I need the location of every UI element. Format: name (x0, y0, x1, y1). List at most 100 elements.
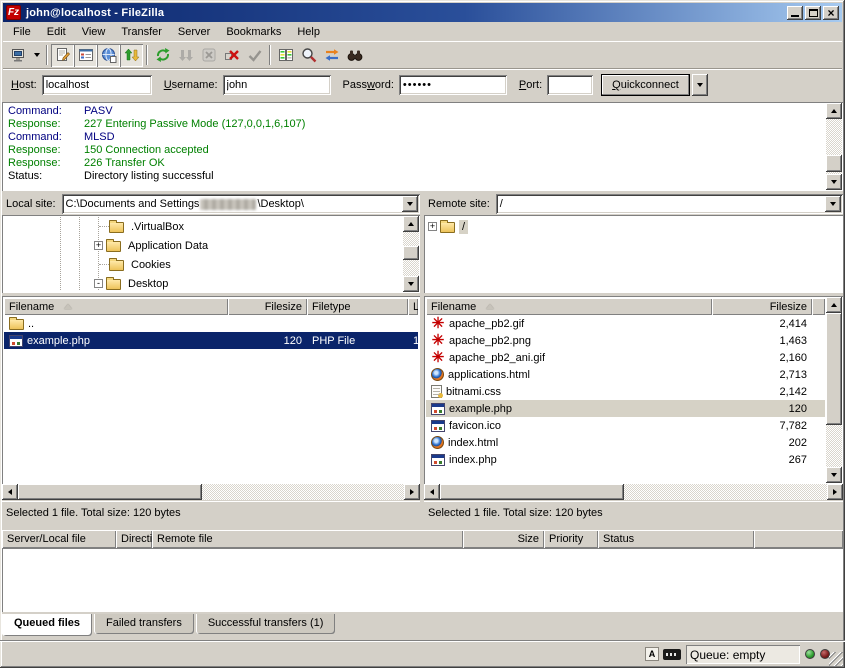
tree-item-cookies[interactable]: Cookies (4, 255, 402, 274)
tree-expand-toggle[interactable]: + (428, 222, 437, 231)
remote-site-combobox[interactable]: / (496, 194, 843, 214)
minimize-button[interactable] (787, 6, 803, 20)
tree-item-virtualbox[interactable]: .VirtualBox (4, 217, 402, 236)
scroll-right-button[interactable] (827, 484, 843, 500)
list-item[interactable]: favicon.ico 7,782 (426, 417, 825, 434)
tree-expand-toggle[interactable]: + (94, 241, 103, 250)
toggle-local-tree-button[interactable] (74, 44, 97, 67)
site-manager-button[interactable] (7, 44, 30, 67)
tree-item-label[interactable]: Desktop (125, 277, 171, 291)
scroll-thumb[interactable] (826, 155, 842, 172)
menu-bookmarks[interactable]: Bookmarks (218, 24, 289, 40)
scroll-left-button[interactable] (2, 484, 18, 500)
menu-server[interactable]: Server (170, 24, 218, 40)
php-file-icon (9, 335, 23, 347)
scroll-down-button[interactable] (826, 174, 842, 190)
list-item[interactable]: ✳apache_pb2.gif 2,414 (426, 315, 825, 332)
scroll-down-button[interactable] (826, 467, 842, 483)
menu-help[interactable]: Help (289, 24, 328, 40)
column-header-server-local-file[interactable]: Server/Local file (2, 530, 116, 548)
scroll-up-button[interactable] (826, 103, 842, 119)
tree-collapse-toggle[interactable]: - (94, 279, 103, 288)
list-item[interactable]: index.html 202 (426, 434, 825, 451)
list-item[interactable]: applications.html 2,713 (426, 366, 825, 383)
tree-item-desktop[interactable]: - Desktop (4, 274, 402, 291)
remote-horizontal-scrollbar[interactable] (424, 484, 843, 500)
cancel-operation-button[interactable] (197, 44, 220, 67)
remote-list-vertical-scrollbar[interactable] (826, 297, 842, 483)
speed-limit-indicator-icon[interactable] (663, 649, 681, 660)
refresh-button[interactable] (151, 44, 174, 67)
scroll-down-button[interactable] (403, 276, 419, 292)
close-button[interactable]: × (823, 6, 839, 20)
tab-failed-transfers[interactable]: Failed transfers (94, 614, 194, 634)
column-header-status[interactable]: Status (598, 530, 754, 548)
menu-file[interactable]: File (5, 24, 39, 40)
scroll-thumb[interactable] (18, 484, 202, 500)
local-horizontal-scrollbar[interactable] (2, 484, 420, 500)
list-item[interactable]: index.php 267 (426, 451, 825, 468)
list-item[interactable]: ✳apache_pb2.png 1,463 (426, 332, 825, 349)
quickconnect-dropdown[interactable] (692, 74, 708, 96)
menu-transfer[interactable]: Transfer (113, 24, 170, 40)
scroll-thumb[interactable] (826, 313, 842, 425)
disconnect-button[interactable] (220, 44, 243, 67)
resize-grip[interactable] (829, 652, 843, 666)
tree-item-label[interactable]: .VirtualBox (128, 220, 187, 234)
list-item-example-php[interactable]: example.php 120 (426, 400, 825, 417)
menu-view[interactable]: View (74, 24, 114, 40)
tab-successful-transfers[interactable]: Successful transfers (1) (196, 614, 336, 634)
column-header-remote-file[interactable]: Remote file (152, 530, 463, 548)
tree-item-label[interactable]: Application Data (125, 239, 211, 253)
directory-comparison-button[interactable] (274, 44, 297, 67)
scroll-right-button[interactable] (404, 484, 420, 500)
tree-item-application-data[interactable]: + Application Data (4, 236, 402, 255)
quickconnect-button[interactable]: Quickconnect (601, 74, 690, 96)
column-header-priority[interactable]: Priority (544, 530, 598, 548)
toggle-transfer-queue-button[interactable] (120, 44, 143, 67)
remote-list-header: Filename Filesize (426, 298, 825, 315)
synchronized-browsing-button[interactable] (320, 44, 343, 67)
list-item-example-php[interactable]: example.php 120 PHP File 1 (4, 332, 418, 349)
local-tree-vertical-scrollbar[interactable] (403, 216, 419, 292)
column-header-filename[interactable]: Filename (426, 298, 712, 315)
scroll-thumb[interactable] (440, 484, 624, 500)
title-bar[interactable]: Fz john@localhost - FileZilla × (3, 3, 842, 22)
column-header-filesize[interactable]: Filesize (712, 298, 812, 315)
filter-button[interactable] (297, 44, 320, 67)
column-header-size[interactable]: Size (463, 530, 544, 548)
username-input[interactable] (223, 75, 331, 95)
list-item[interactable]: bitnami.css 2,142 (426, 383, 825, 400)
scroll-up-button[interactable] (826, 297, 842, 313)
host-input[interactable] (42, 75, 152, 95)
column-header-filename[interactable]: Filename (4, 298, 228, 315)
list-item-parent-directory[interactable]: .. (4, 315, 418, 332)
password-input[interactable] (399, 75, 507, 95)
port-input[interactable] (547, 75, 593, 95)
toggle-remote-tree-button[interactable] (97, 44, 120, 67)
local-site-combobox[interactable]: C:\Documents and Settings\Desktop\ (62, 194, 420, 214)
column-header-filesize[interactable]: Filesize (228, 298, 307, 315)
site-manager-dropdown[interactable] (30, 44, 43, 67)
local-site-dropdown[interactable] (402, 196, 418, 212)
column-header-last-modified[interactable]: L (408, 298, 418, 315)
toggle-message-log-button[interactable] (51, 44, 74, 67)
remote-site-dropdown[interactable] (825, 196, 841, 212)
tree-item-root[interactable]: + / (426, 217, 825, 236)
scroll-up-button[interactable] (403, 216, 419, 232)
maximize-button[interactable] (805, 6, 821, 20)
menu-edit[interactable]: Edit (39, 24, 74, 40)
column-header-direction[interactable]: Directi... (116, 530, 152, 548)
tab-queued-files[interactable]: Queued files (2, 614, 92, 636)
tree-item-label[interactable]: / (459, 220, 468, 234)
scroll-thumb[interactable] (403, 246, 419, 260)
list-item[interactable]: ✳apache_pb2_ani.gif 2,160 (426, 349, 825, 366)
transfer-type-indicator-icon[interactable]: A (645, 647, 659, 661)
log-vertical-scrollbar[interactable] (826, 103, 842, 190)
find-files-button[interactable] (343, 44, 366, 67)
reconnect-button[interactable] (243, 44, 266, 67)
scroll-left-button[interactable] (424, 484, 440, 500)
process-queue-button[interactable] (174, 44, 197, 67)
column-header-filetype[interactable]: Filetype (307, 298, 408, 315)
tree-item-label[interactable]: Cookies (128, 258, 174, 272)
